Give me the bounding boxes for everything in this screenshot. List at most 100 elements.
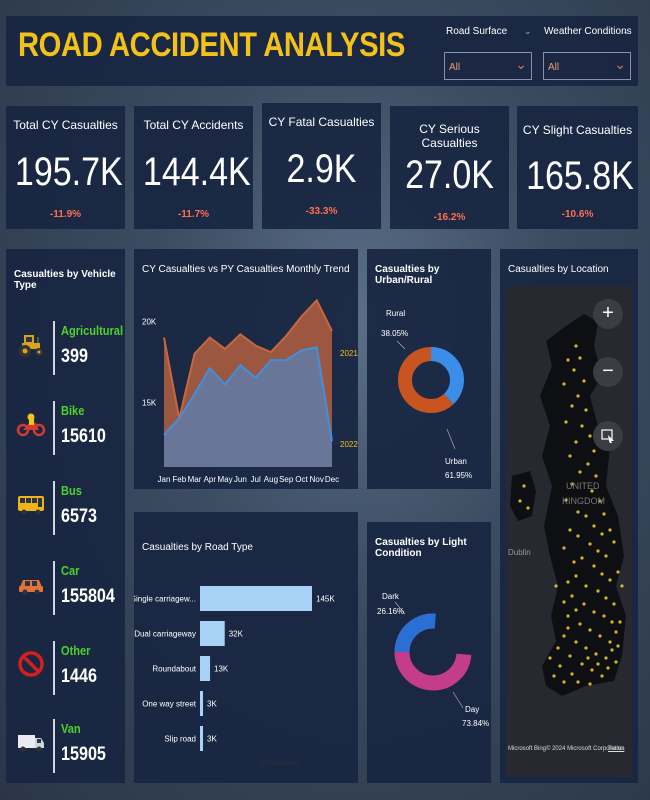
location-point[interactable]	[576, 510, 580, 514]
location-point[interactable]	[608, 578, 612, 582]
weather-conditions-dropdown[interactable]: All ⌄	[543, 52, 631, 80]
location-point[interactable]	[554, 584, 558, 588]
location-point[interactable]	[576, 534, 580, 538]
location-point[interactable]	[580, 556, 584, 560]
location-point[interactable]	[584, 514, 588, 518]
location-point[interactable]	[518, 499, 522, 503]
location-point[interactable]	[566, 614, 570, 618]
location-point[interactable]	[594, 474, 598, 478]
location-point[interactable]	[600, 532, 604, 536]
location-point[interactable]	[576, 680, 580, 684]
location-point[interactable]	[600, 674, 604, 678]
kpi-card-serious-casualties[interactable]: CY Serious Casualties 27.0K -16.2%	[390, 106, 509, 229]
location-point[interactable]	[566, 626, 570, 630]
location-point[interactable]	[570, 404, 574, 408]
vehicle-row-bus[interactable]: Bus 6573	[6, 477, 125, 537]
location-point[interactable]	[568, 654, 572, 658]
trend-chart[interactable]: 15K 20K Jan Feb Mar Apr May Jun Jul Aug Sep Oct Nov D…	[134, 249, 358, 489]
map-terms-link[interactable]: Terms	[608, 746, 624, 752]
vehicle-row-car[interactable]: Car 155804	[6, 557, 125, 617]
location-point[interactable]	[588, 434, 592, 438]
location-point[interactable]	[580, 424, 584, 428]
location-point[interactable]	[614, 660, 618, 664]
location-point[interactable]	[588, 542, 592, 546]
location-point[interactable]	[596, 662, 600, 666]
location-point[interactable]	[574, 440, 578, 444]
location-point[interactable]	[566, 358, 570, 362]
location-point[interactable]	[612, 540, 616, 544]
location-point[interactable]	[578, 470, 582, 474]
zoom-in-button[interactable]: +	[593, 299, 623, 329]
kpi-card-fatal-casualties[interactable]: CY Fatal Casualties 2.9K -33.3%	[262, 103, 381, 229]
location-point[interactable]	[526, 506, 530, 510]
location-point[interactable]	[568, 528, 572, 532]
location-point[interactable]	[588, 682, 592, 686]
chevron-down-icon[interactable]: ⌄	[524, 26, 532, 37]
kpi-card-total-casualties[interactable]: Total CY Casualties 195.7K -11.9%	[6, 106, 125, 229]
location-point[interactable]	[584, 646, 588, 650]
location-point[interactable]	[612, 602, 616, 606]
location-point[interactable]	[584, 408, 588, 412]
location-point[interactable]	[578, 622, 582, 626]
zoom-out-button[interactable]: −	[593, 357, 623, 387]
vehicle-row-bike[interactable]: Bike 15610	[6, 397, 125, 457]
location-point[interactable]	[594, 652, 598, 656]
vehicle-row-other[interactable]: Other 1446	[6, 637, 125, 697]
location-point[interactable]	[562, 600, 566, 604]
location-point[interactable]	[558, 664, 562, 668]
location-point[interactable]	[582, 602, 586, 606]
location-point[interactable]	[604, 596, 608, 600]
location-point[interactable]	[582, 379, 586, 383]
location-point[interactable]	[608, 640, 612, 644]
location-point[interactable]	[578, 356, 582, 360]
road-bar[interactable]	[200, 656, 211, 681]
location-point[interactable]	[592, 610, 596, 614]
road-bar[interactable]	[200, 621, 225, 646]
location-point[interactable]	[586, 462, 590, 466]
road-bar[interactable]	[200, 586, 312, 611]
location-point[interactable]	[570, 594, 574, 598]
location-point[interactable]	[616, 644, 620, 648]
location-point[interactable]	[562, 680, 566, 684]
location-point[interactable]	[572, 560, 576, 564]
location-point[interactable]	[592, 524, 596, 528]
location-point[interactable]	[596, 589, 600, 593]
location-point[interactable]	[590, 668, 594, 672]
road-bar[interactable]	[200, 691, 203, 716]
location-point[interactable]	[586, 656, 590, 660]
location-point[interactable]	[548, 656, 552, 660]
vehicle-row-agricultural[interactable]: Agricultural 399	[6, 317, 125, 377]
location-point[interactable]	[562, 382, 566, 386]
location-point[interactable]	[574, 608, 578, 612]
urban-rural-donut[interactable]	[367, 249, 491, 489]
location-point[interactable]	[604, 554, 608, 558]
location-point[interactable]	[620, 584, 624, 588]
chevron-down-icon[interactable]: ⌄	[622, 26, 630, 37]
location-point[interactable]	[552, 674, 556, 678]
location-point[interactable]	[568, 454, 572, 458]
vehicle-row-van[interactable]: Van 15905	[6, 715, 125, 775]
light-condition-donut[interactable]	[367, 522, 491, 783]
location-point[interactable]	[574, 344, 578, 348]
location-point[interactable]	[572, 368, 576, 372]
location-point[interactable]	[618, 620, 622, 624]
location-point[interactable]	[604, 656, 608, 660]
road-type-chart[interactable]: Single carriagew... 145K Dual carriageway 3…	[134, 512, 358, 783]
location-point[interactable]	[606, 666, 610, 670]
location-point[interactable]	[598, 634, 602, 638]
location-point[interactable]	[610, 648, 614, 652]
location-point[interactable]	[562, 634, 566, 638]
location-point[interactable]	[574, 640, 578, 644]
location-point[interactable]	[566, 580, 570, 584]
location-point[interactable]	[596, 549, 600, 553]
location-point[interactable]	[608, 528, 612, 532]
location-point[interactable]	[584, 584, 588, 588]
select-cursor-button[interactable]	[593, 421, 623, 451]
kpi-card-slight-casualties[interactable]: CY Slight Casualties 165.8K -10.6%	[517, 106, 638, 229]
location-point[interactable]	[570, 672, 574, 676]
location-point[interactable]	[564, 420, 568, 424]
location-point[interactable]	[592, 564, 596, 568]
location-point[interactable]	[610, 620, 614, 624]
location-point[interactable]	[576, 394, 580, 398]
road-surface-dropdown[interactable]: All ⌄	[444, 52, 532, 80]
